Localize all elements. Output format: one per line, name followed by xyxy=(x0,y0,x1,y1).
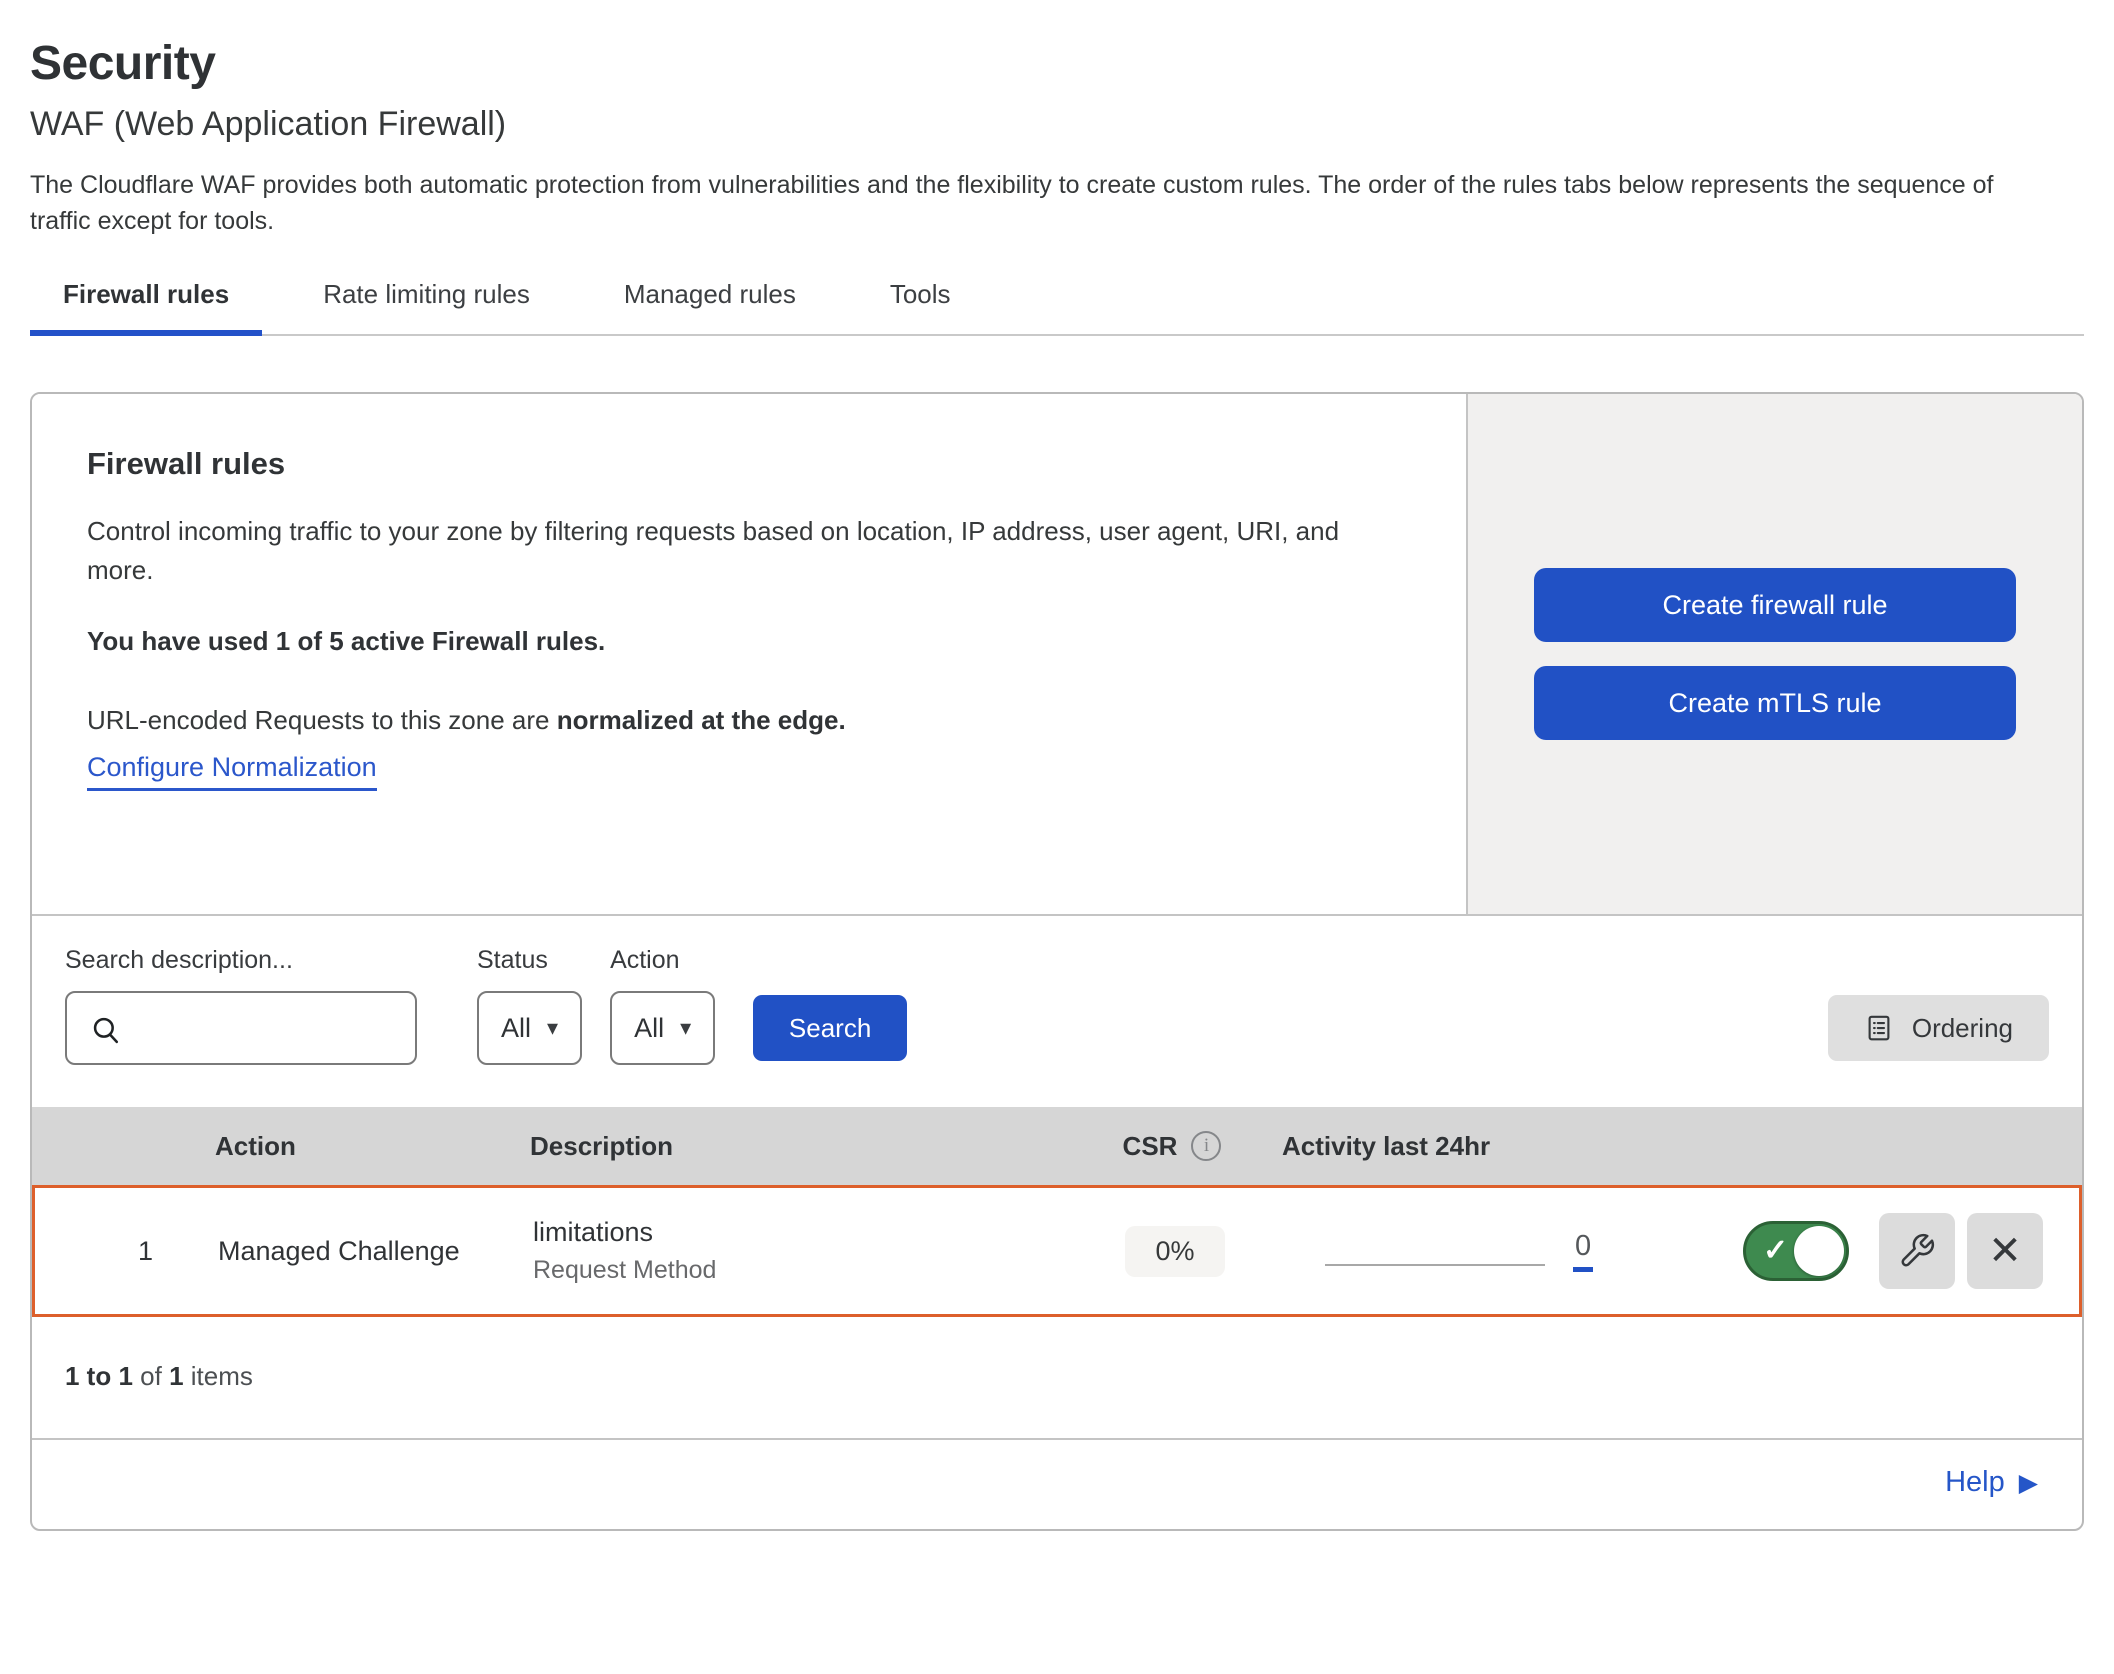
pagination-summary: 1 to 1 of 1 items xyxy=(32,1317,2082,1440)
tab-managed-rules[interactable]: Managed rules xyxy=(591,279,829,334)
create-rule-actions: Create firewall rule Create mTLS rule xyxy=(1466,394,2082,914)
security-waf-page: Security WAF (Web Application Firewall) … xyxy=(0,36,2114,1531)
help-row: Help ▶ xyxy=(32,1440,2082,1529)
ordering-button[interactable]: Ordering xyxy=(1828,995,2049,1061)
search-label: Search description... xyxy=(65,946,417,975)
action-dropdown-value: All xyxy=(634,1013,664,1044)
pagination-range: 1 to 1 xyxy=(65,1361,133,1391)
status-dropdown[interactable]: All ▾ xyxy=(477,991,582,1065)
delete-rule-button[interactable]: ✕ xyxy=(1967,1213,2043,1289)
tab-firewall-rules[interactable]: Firewall rules xyxy=(30,279,262,334)
toggle-knob xyxy=(1794,1226,1844,1276)
check-icon: ✓ xyxy=(1763,1233,1788,1268)
search-box xyxy=(65,991,417,1065)
search-button[interactable]: Search xyxy=(753,995,907,1061)
ordering-button-label: Ordering xyxy=(1912,1013,2013,1044)
info-icon[interactable]: i xyxy=(1191,1131,1221,1161)
action-label: Action xyxy=(610,946,715,975)
csr-badge: 0% xyxy=(1125,1226,1224,1277)
normalization-bold: normalized at the edge. xyxy=(557,705,846,735)
tab-rate-limiting-rules[interactable]: Rate limiting rules xyxy=(290,279,563,334)
header-csr-label: CSR xyxy=(1123,1131,1178,1162)
rule-description: limitations xyxy=(533,1217,1065,1248)
activity-sparkline xyxy=(1325,1264,1545,1266)
normalization-prefix: URL-encoded Requests to this zone are xyxy=(87,705,557,735)
tab-tools[interactable]: Tools xyxy=(857,279,984,334)
firewall-rules-panel: Firewall rules Control incoming traffic … xyxy=(30,392,2084,1531)
rule-enabled-toggle[interactable]: ✓ xyxy=(1743,1221,1849,1281)
action-dropdown[interactable]: All ▾ xyxy=(610,991,715,1065)
chevron-down-icon: ▾ xyxy=(547,1015,558,1041)
rule-priority: 1 xyxy=(35,1236,185,1267)
search-group: Search description... xyxy=(65,946,417,1065)
help-link-label: Help xyxy=(1945,1466,2005,1499)
page-description: The Cloudflare WAF provides both automat… xyxy=(30,168,2060,239)
rule-expression-summary: Request Method xyxy=(533,1256,1065,1285)
create-firewall-rule-button[interactable]: Create firewall rule xyxy=(1534,568,2016,642)
pagination-items: items xyxy=(191,1361,253,1391)
header-activity: Activity last 24hr xyxy=(1282,1131,1672,1162)
header-description: Description xyxy=(502,1131,1062,1162)
pagination-total: 1 xyxy=(169,1361,183,1391)
normalization-text: URL-encoded Requests to this zone are no… xyxy=(87,705,1411,736)
rule-csr-cell: 0% xyxy=(1065,1226,1285,1277)
header-action: Action xyxy=(182,1131,502,1162)
filter-bar: Search description... Status All ▾ Actio… xyxy=(32,916,2082,1107)
card-description: Control incoming traffic to your zone by… xyxy=(87,512,1357,590)
pagination-of: of xyxy=(140,1361,162,1391)
card-heading: Firewall rules xyxy=(87,446,1411,482)
rule-activity-cell: 0 xyxy=(1285,1230,1675,1272)
page-title: Security xyxy=(30,36,2084,91)
table-header: Action Description CSR i Activity last 2… xyxy=(32,1107,2082,1185)
configure-normalization-link[interactable]: Configure Normalization xyxy=(87,752,377,791)
arrow-right-icon: ▶ xyxy=(2019,1468,2038,1498)
help-link[interactable]: Help ▶ xyxy=(1945,1466,2038,1499)
activity-count-link[interactable]: 0 xyxy=(1573,1230,1593,1272)
action-group: Action All ▾ xyxy=(610,946,715,1065)
chevron-down-icon: ▾ xyxy=(680,1015,691,1041)
firewall-rules-card: Firewall rules Control incoming traffic … xyxy=(32,394,2082,916)
edit-rule-button[interactable] xyxy=(1879,1213,1955,1289)
search-icon xyxy=(89,1013,123,1047)
rules-tabs: Firewall rules Rate limiting rules Manag… xyxy=(30,279,2084,336)
create-mtls-rule-button[interactable]: Create mTLS rule xyxy=(1534,666,2016,740)
firewall-rules-info: Firewall rules Control incoming traffic … xyxy=(32,394,1466,914)
usage-text: You have used 1 of 5 active Firewall rul… xyxy=(87,626,1411,657)
status-group: Status All ▾ xyxy=(477,946,582,1065)
wrench-icon xyxy=(1898,1232,1936,1270)
table-row: 1 Managed Challenge limitations Request … xyxy=(32,1185,2082,1317)
rule-action: Managed Challenge xyxy=(185,1236,505,1267)
ordered-list-icon xyxy=(1864,1013,1894,1043)
rule-controls: ✓ ✕ xyxy=(1675,1213,2079,1289)
close-icon: ✕ xyxy=(1988,1228,2022,1274)
rule-description-cell: limitations Request Method xyxy=(505,1217,1065,1285)
search-input[interactable] xyxy=(133,993,413,1063)
status-dropdown-value: All xyxy=(501,1013,531,1044)
page-subtitle: WAF (Web Application Firewall) xyxy=(30,105,2084,144)
header-csr: CSR i xyxy=(1062,1131,1282,1162)
status-label: Status xyxy=(477,946,582,975)
